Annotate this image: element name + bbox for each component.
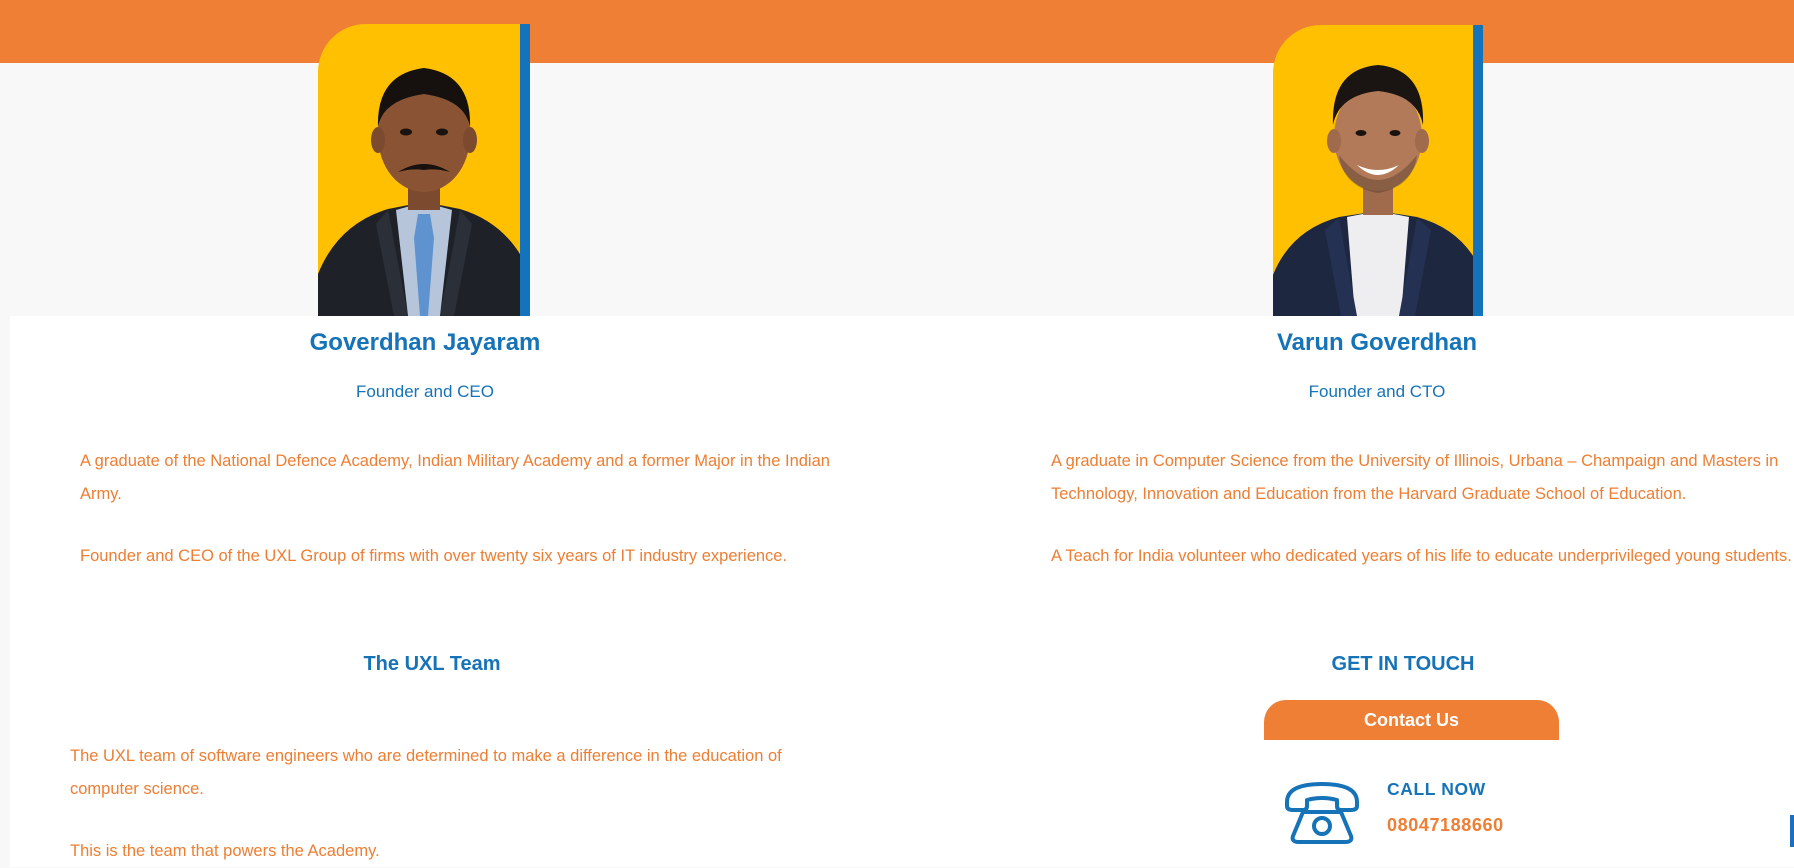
contact-us-button[interactable]: Contact Us (1264, 700, 1559, 740)
cto-bio-volunteer: A Teach for India volunteer who dedicate… (1051, 547, 1792, 565)
telephone-icon[interactable] (1281, 778, 1363, 848)
call-now-label: CALL NOW (1387, 779, 1486, 799)
scroll-to-top-tab[interactable] (1790, 815, 1794, 847)
ceo-bio-experience: Founder and CEO of the UXL Group of firm… (80, 547, 788, 565)
top-banner (0, 0, 1794, 63)
team-heading: The UXL Team (363, 653, 501, 675)
team-tagline: This is the team that powers the Academy… (70, 842, 380, 860)
cto-photo (1273, 25, 1483, 316)
phone-number[interactable]: 08047188660 (1387, 815, 1504, 836)
cto-name: Varun Goverdhan (1276, 329, 1478, 356)
photo-accent-bar (1473, 25, 1483, 316)
contact-heading: GET IN TOUCH (1331, 653, 1475, 675)
cto-role: Founder and CTO (1308, 382, 1446, 401)
cto-bio-education: A graduate in Computer Science from the … (1051, 452, 1779, 503)
ceo-bio-education: A graduate of the National Defence Acade… (80, 452, 830, 503)
team-description: The UXL team of software engineers who a… (70, 747, 782, 798)
ceo-name: Goverdhan Jayaram (309, 329, 541, 356)
ceo-photo (318, 24, 530, 316)
ceo-role: Founder and CEO (356, 382, 494, 401)
photo-accent-bar (520, 24, 530, 316)
